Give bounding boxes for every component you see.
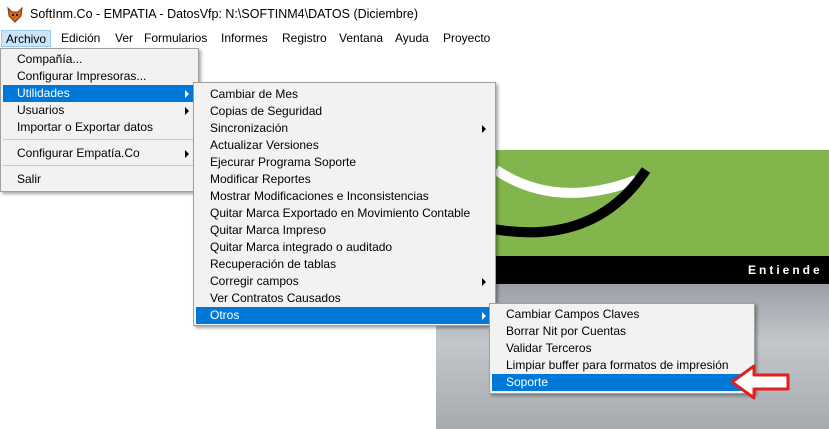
menu-item-otros[interactable]: Otros bbox=[196, 307, 492, 324]
menu-item-quitar-impreso[interactable]: Quitar Marca Impreso bbox=[196, 222, 492, 239]
menu-item-recuperacion-tablas[interactable]: Recuperación de tablas bbox=[196, 256, 492, 273]
menu-item-ejecurar-soporte[interactable]: Ejecurar Programa Soporte bbox=[196, 154, 492, 171]
menu-proyecto[interactable]: Proyecto bbox=[443, 30, 490, 47]
menu-item-corregir-campos[interactable]: Corregir campos bbox=[196, 273, 492, 290]
menu-item-compania[interactable]: Compañía... bbox=[3, 51, 195, 68]
menu-registro[interactable]: Registro bbox=[282, 30, 327, 47]
slogan-text: Entiende bbox=[748, 263, 823, 277]
menu-item-quitar-exportado[interactable]: Quitar Marca Exportado en Movimiento Con… bbox=[196, 205, 492, 222]
menu-item-configurar-empatia[interactable]: Configurar Empatía.Co bbox=[3, 145, 195, 162]
menu-item-usuarios[interactable]: Usuarios bbox=[3, 102, 195, 119]
menu-informes[interactable]: Informes bbox=[221, 30, 268, 47]
menu-item-sincronizacion[interactable]: Sincronización bbox=[196, 120, 492, 137]
menu-item-validar-terceros[interactable]: Validar Terceros bbox=[492, 340, 751, 357]
menu-ventana[interactable]: Ventana bbox=[339, 30, 383, 47]
submenu-arrow-icon bbox=[482, 125, 486, 133]
menu-item-cambiar-mes[interactable]: Cambiar de Mes bbox=[196, 86, 492, 103]
menu-ver[interactable]: Ver bbox=[115, 30, 133, 47]
otros-submenu: Cambiar Campos Claves Borrar Nit por Cue… bbox=[489, 303, 755, 394]
title-bar: SoftInm.Co - EMPATIA - DatosVfp: N:\SOFT… bbox=[0, 0, 829, 30]
submenu-arrow-icon bbox=[482, 312, 486, 320]
menu-item-quitar-integrado[interactable]: Quitar Marca integrado o auditado bbox=[196, 239, 492, 256]
menu-item-actualizar-versiones[interactable]: Actualizar Versiones bbox=[196, 137, 492, 154]
menu-item-modificar-reportes[interactable]: Modificar Reportes bbox=[196, 171, 492, 188]
menu-item-cambiar-campos-claves[interactable]: Cambiar Campos Claves bbox=[492, 306, 751, 323]
menu-item-utilidades[interactable]: Utilidades bbox=[3, 85, 195, 102]
menu-item-borrar-nit[interactable]: Borrar Nit por Cuentas bbox=[492, 323, 751, 340]
window-title: SoftInm.Co - EMPATIA - DatosVfp: N:\SOFT… bbox=[30, 7, 419, 21]
menu-separator bbox=[3, 165, 195, 166]
menu-item-importar-exportar[interactable]: Importar o Exportar datos bbox=[3, 119, 195, 136]
menu-item-mostrar-modificaciones[interactable]: Mostrar Modificaciones e Inconsistencias bbox=[196, 188, 492, 205]
menu-bar: Archivo Edición Ver Formularios Informes… bbox=[0, 30, 829, 48]
menu-item-ver-contratos[interactable]: Ver Contratos Causados bbox=[196, 290, 492, 307]
fox-icon bbox=[7, 6, 23, 23]
menu-item-limpiar-buffer[interactable]: Limpiar buffer para formatos de impresió… bbox=[492, 357, 751, 374]
pointer-arrow-icon bbox=[730, 364, 790, 400]
archivo-dropdown: Compañía... Configurar Impresoras... Uti… bbox=[0, 48, 199, 192]
menu-formularios[interactable]: Formularios bbox=[144, 30, 207, 47]
menu-item-soporte[interactable]: Soporte bbox=[492, 374, 751, 391]
menu-item-copias-seguridad[interactable]: Copias de Seguridad bbox=[196, 103, 492, 120]
menu-item-salir[interactable]: Salir bbox=[3, 171, 195, 188]
menu-separator bbox=[3, 139, 195, 140]
menu-archivo[interactable]: Archivo bbox=[1, 30, 51, 47]
menu-ayuda[interactable]: Ayuda bbox=[395, 30, 429, 47]
menu-item-configurar-impresoras[interactable]: Configurar Impresoras... bbox=[3, 68, 195, 85]
utilidades-submenu: Cambiar de Mes Copias de Seguridad Sincr… bbox=[193, 82, 496, 326]
submenu-arrow-icon bbox=[185, 150, 189, 158]
submenu-arrow-icon bbox=[482, 278, 486, 286]
submenu-arrow-icon bbox=[185, 90, 189, 98]
submenu-arrow-icon bbox=[185, 107, 189, 115]
menu-edicion[interactable]: Edición bbox=[61, 30, 100, 47]
